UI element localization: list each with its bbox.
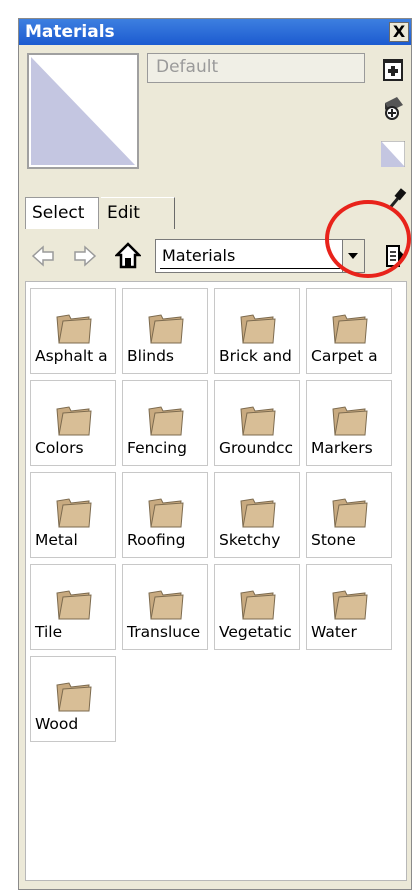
folder-icon <box>56 406 92 436</box>
dropdown-focus-underline <box>160 268 340 269</box>
back-icon[interactable] <box>31 241 57 271</box>
window-title: Materials <box>25 22 115 42</box>
eyedropper-icon[interactable] <box>385 187 407 213</box>
folder-item[interactable]: Wood <box>30 656 116 742</box>
material-preview[interactable] <box>27 53 139 169</box>
folder-label: Tile <box>35 623 63 641</box>
paint-bucket-icon[interactable] <box>381 95 405 121</box>
library-dropdown[interactable]: Materials <box>155 239 365 273</box>
folder-item[interactable]: Tile <box>30 564 116 650</box>
folder-label: Asphalt a <box>35 347 108 365</box>
folder-label: Wood <box>35 715 79 733</box>
folder-icon <box>332 590 368 620</box>
folder-label: Metal <box>35 531 78 549</box>
dropdown-arrow-button[interactable] <box>342 240 364 272</box>
title-bar[interactable]: Materials X <box>19 19 411 45</box>
tab-edit[interactable]: Edit <box>101 197 175 229</box>
material-name-field[interactable]: Default <box>147 53 365 83</box>
folder-label: Groundcc <box>219 439 294 457</box>
folder-item[interactable]: Stone <box>306 472 392 558</box>
folder-item[interactable]: Water <box>306 564 392 650</box>
details-icon[interactable] <box>383 241 407 271</box>
dropdown-arrow-icon <box>348 253 358 259</box>
folder-icon <box>240 314 276 344</box>
folder-icon <box>332 314 368 344</box>
create-material-icon[interactable] <box>381 57 405 83</box>
close-button[interactable]: X <box>389 22 409 42</box>
folder-icon <box>56 314 92 344</box>
folder-item[interactable]: Metal <box>30 472 116 558</box>
folder-icon <box>56 682 92 712</box>
folder-label: Fencing <box>127 439 187 457</box>
forward-icon[interactable] <box>71 241 97 271</box>
folder-item[interactable]: Groundcc <box>214 380 300 466</box>
folder-label: Water <box>311 623 357 641</box>
folder-label: Stone <box>311 531 356 549</box>
folder-item[interactable]: Colors <box>30 380 116 466</box>
folder-label: Brick and <box>219 347 292 365</box>
materials-library-grid: Asphalt a Blinds Brick and Carpet a Colo… <box>25 281 407 881</box>
folder-icon <box>240 590 276 620</box>
folder-icon <box>240 406 276 436</box>
materials-window: Materials X Default Select Edit Material… <box>18 18 412 890</box>
folder-item[interactable]: Brick and <box>214 288 300 374</box>
folder-item[interactable]: Fencing <box>122 380 208 466</box>
library-navigation: Materials <box>25 239 409 273</box>
folder-item[interactable]: Transluce <box>122 564 208 650</box>
folder-icon <box>148 314 184 344</box>
folder-item[interactable]: Asphalt a <box>30 288 116 374</box>
library-dropdown-value: Materials <box>162 246 236 265</box>
default-material-swatch-icon[interactable] <box>381 141 405 167</box>
folder-icon <box>148 498 184 528</box>
folder-label: Colors <box>35 439 84 457</box>
folder-item[interactable]: Carpet a <box>306 288 392 374</box>
folder-item[interactable]: Vegetatic <box>214 564 300 650</box>
folder-item[interactable]: Roofing <box>122 472 208 558</box>
folder-label: Roofing <box>127 531 186 549</box>
folder-label: Blinds <box>127 347 174 365</box>
folder-icon <box>332 406 368 436</box>
folder-item[interactable]: Markers <box>306 380 392 466</box>
folder-label: Sketchy <box>219 531 281 549</box>
folder-label: Carpet a <box>311 347 378 365</box>
folder-label: Vegetatic <box>219 623 292 641</box>
folder-label: Transluce <box>127 623 201 641</box>
folder-icon <box>148 590 184 620</box>
folder-icon <box>240 498 276 528</box>
swatch-preview-icon <box>31 57 135 165</box>
home-icon[interactable] <box>115 241 141 271</box>
folder-item[interactable]: Sketchy <box>214 472 300 558</box>
tab-select[interactable]: Select <box>25 197 99 229</box>
folder-icon <box>332 498 368 528</box>
folder-icon <box>56 498 92 528</box>
folder-icon <box>148 406 184 436</box>
folder-icon <box>56 590 92 620</box>
folder-label: Markers <box>311 439 373 457</box>
folder-item[interactable]: Blinds <box>122 288 208 374</box>
